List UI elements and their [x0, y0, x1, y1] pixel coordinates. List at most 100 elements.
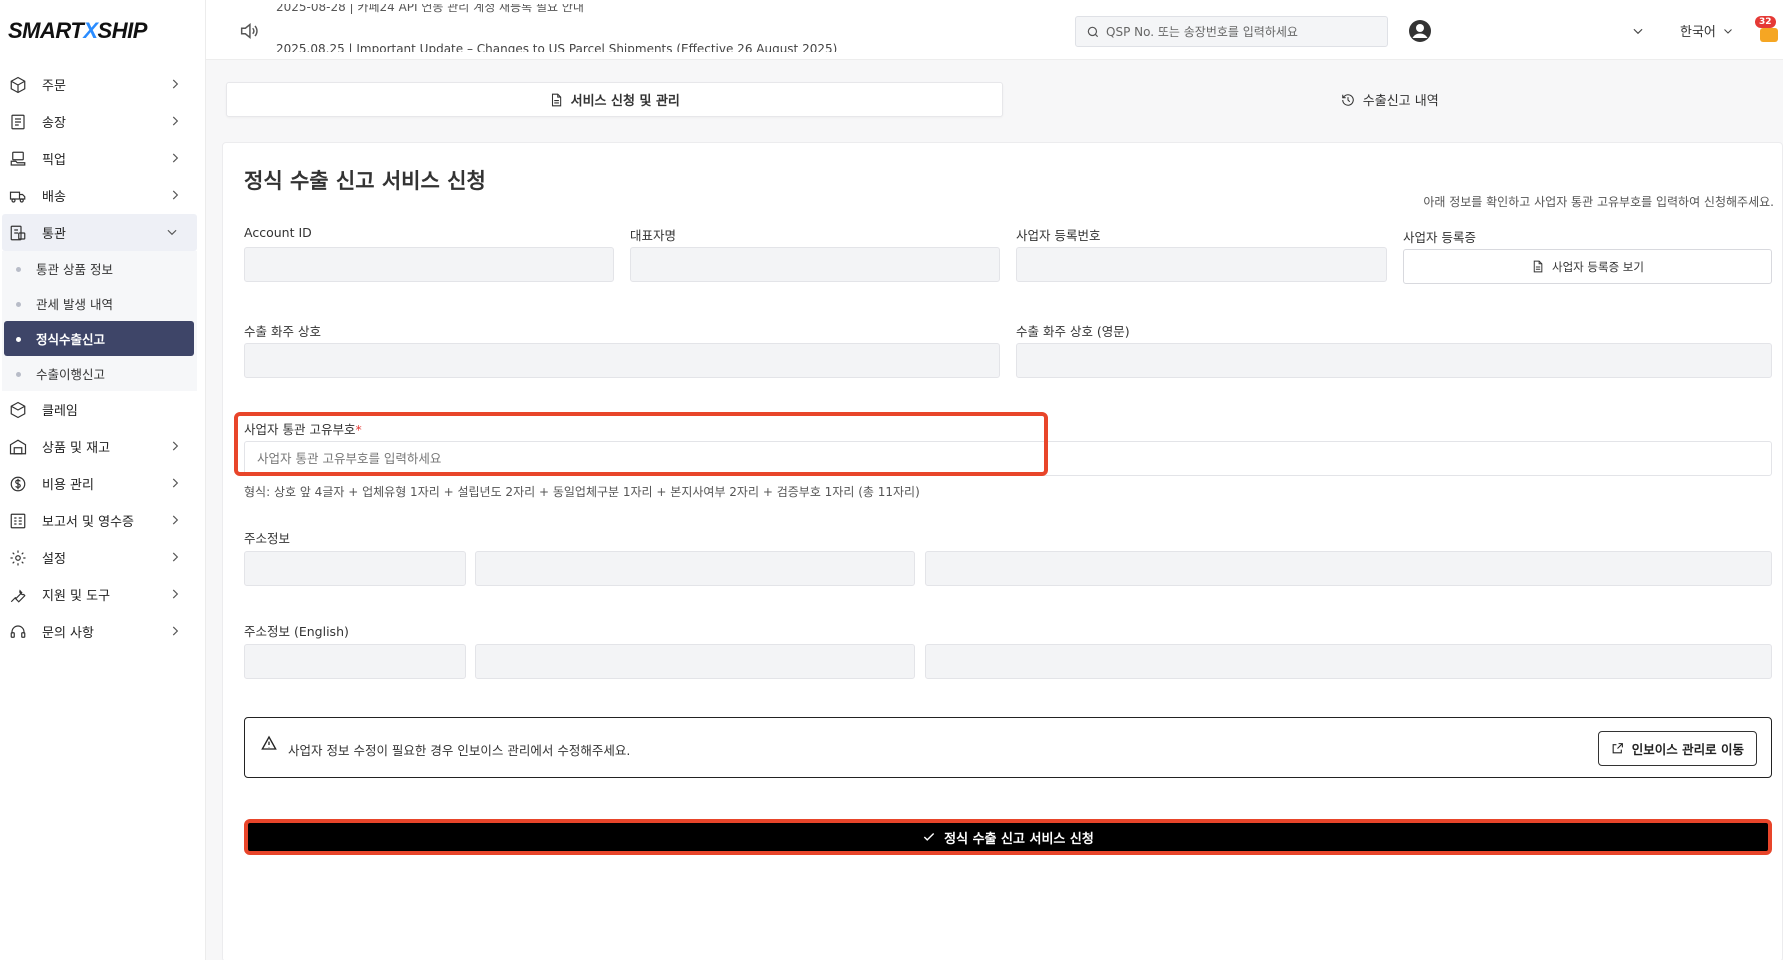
topbar: 2025-08-28 | 카페24 API 연동 관리 계정 재등록 필요 안내… [206, 0, 1783, 60]
sidebar-item-orders[interactable]: 주문 [0, 66, 200, 103]
chevron-right-icon [172, 190, 179, 200]
external-link-icon [1612, 743, 1623, 754]
address-zip-field [244, 551, 466, 586]
customs-icon [8, 223, 28, 243]
sidebar-item-reports[interactable]: 보고서 및 영수증 [0, 502, 200, 539]
sidebar-item-customs[interactable]: 통관 [2, 214, 197, 251]
sidebar-nav: 주문 송장 픽업 배송 통관 통관 상품 정보 관세 발생 내역 정식수출신고 … [0, 66, 200, 650]
sidebar-item-inventory[interactable]: 상품 및 재고 [0, 428, 200, 465]
biz-cert-label: 사업자 등록증 [1403, 230, 1476, 245]
address-line1-input [476, 552, 914, 585]
customs-code-hint: 형식: 상호 앞 4글자 + 업체유형 1자리 + 설립년도 2자리 + 동일업… [244, 485, 920, 499]
tab-service-application[interactable]: 서비스 신청 및 관리 [226, 82, 1003, 117]
required-marker: * [355, 422, 362, 437]
sidebar-item-label: 배송 [42, 190, 66, 205]
sidebar-item-label: 통관 [42, 227, 66, 242]
user-avatar-icon[interactable] [1408, 19, 1432, 43]
shipper-name-en-label: 수출 화주 상호 (영문) [1016, 324, 1130, 339]
sidebar-item-label: 설정 [42, 552, 66, 567]
notice-ticker-item[interactable]: 2025-08-28 | 카페24 API 연동 관리 계정 재등록 필요 안내 [276, 4, 584, 16]
warning-icon [261, 735, 277, 750]
notification-button[interactable]: 32 [1750, 16, 1778, 44]
address-en-line2-input [926, 645, 1771, 678]
sidebar: SMARTXSHIP 주문 송장 픽업 배송 통관 통관 상품 정보 관세 발생… [0, 0, 206, 960]
chevron-down-icon [1724, 28, 1732, 34]
ceo-name-field [630, 247, 1000, 282]
sidebar-item-label: 문의 사항 [42, 626, 94, 641]
document-icon [1533, 260, 1543, 273]
alert-text: 사업자 정보 수정이 필요한 경우 인보이스 관리에서 수정해주세요. [288, 743, 631, 758]
tab-export-history[interactable]: 수출신고 내역 [1003, 82, 1778, 117]
sidebar-item-settings[interactable]: 설정 [0, 539, 200, 576]
sidebar-subitem-label: 수출이행신고 [36, 367, 106, 382]
sidebar-subitem-label: 관세 발생 내역 [36, 297, 113, 312]
address-line2-input [926, 552, 1771, 585]
application-form-card: 정식 수출 신고 서비스 신청 아래 정보를 확인하고 사업자 통관 고유부호를… [222, 142, 1783, 960]
address-zip-input [245, 552, 465, 585]
truck-icon [8, 186, 28, 206]
main-content: 서비스 신청 및 관리 수출신고 내역 정식 수출 신고 서비스 신청 아래 정… [206, 60, 1783, 960]
go-to-invoice-button[interactable]: 인보이스 관리로 이동 [1597, 731, 1757, 766]
shipper-name-field [244, 343, 1000, 378]
sidebar-item-support-tools[interactable]: 지원 및 도구 [0, 576, 200, 613]
chevron-right-icon [172, 552, 179, 562]
language-select[interactable]: 한국어 [1680, 21, 1734, 40]
sidebar-subitem-customs-products[interactable]: 통관 상품 정보 [2, 251, 197, 286]
claim-icon [8, 400, 28, 420]
search-box[interactable] [1075, 16, 1388, 47]
sidebar-item-pickup[interactable]: 픽업 [0, 140, 200, 177]
biz-reg-no-label: 사업자 등록번호 [1016, 228, 1101, 243]
page-subtitle: 아래 정보를 확인하고 사업자 통관 고유부호를 입력하여 신청해주세요. [1423, 195, 1774, 209]
dollar-icon [8, 474, 28, 494]
account-id-field [244, 247, 614, 282]
search-input[interactable] [1106, 24, 1376, 39]
box-icon [8, 75, 28, 95]
sidebar-item-label: 보고서 및 영수증 [42, 515, 134, 530]
go-to-invoice-label: 인보이스 관리로 이동 [1631, 742, 1744, 757]
view-biz-cert-button[interactable]: 사업자 등록증 보기 [1403, 249, 1772, 284]
chevron-right-icon [172, 478, 179, 488]
customs-code-field[interactable] [244, 441, 1772, 476]
chevron-down-icon[interactable] [1631, 24, 1645, 38]
logo[interactable]: SMARTXSHIP [8, 18, 147, 44]
sidebar-item-billing[interactable]: 비용 관리 [0, 465, 200, 502]
sidebar-item-claim[interactable]: 클레임 [0, 391, 200, 428]
chevron-right-icon [172, 153, 179, 163]
report-icon [8, 511, 28, 531]
sidebar-item-label: 송장 [42, 116, 66, 131]
shipper-name-en-input [1017, 344, 1771, 377]
tab-label: 서비스 신청 및 관리 [570, 94, 680, 109]
customs-code-input[interactable] [245, 442, 1771, 475]
sidebar-subitem-formal-export[interactable]: 정식수출신고 [4, 321, 194, 356]
info-alert: 사업자 정보 수정이 필요한 경우 인보이스 관리에서 수정해주세요. 인보이스… [244, 717, 1772, 778]
biz-reg-no-input [1017, 248, 1386, 281]
address-en-line1-input [476, 645, 914, 678]
notice-ticker-item[interactable]: 2025.08.25 | Important Update – Changes … [276, 40, 837, 52]
address-en-zip-field [244, 644, 466, 679]
chevron-down-icon [167, 229, 177, 236]
tab-bar: 서비스 신청 및 관리 수출신고 내역 [226, 82, 1777, 117]
bullet-icon [16, 372, 21, 377]
sidebar-item-waybill[interactable]: 송장 [0, 103, 200, 140]
notification-badge: 32 [1755, 16, 1776, 28]
chevron-right-icon [172, 589, 179, 599]
address-label: 주소정보 [244, 531, 291, 546]
sidebar-subitem-label: 정식수출신고 [36, 332, 106, 347]
ceo-name-label: 대표자명 [630, 228, 677, 243]
sidebar-subitem-duty-history[interactable]: 관세 발생 내역 [2, 286, 197, 321]
chevron-right-icon [172, 515, 179, 525]
submit-application-button[interactable]: 정식 수출 신고 서비스 신청 [244, 819, 1772, 855]
sidebar-item-label: 비용 관리 [42, 478, 94, 493]
speaker-icon [240, 23, 258, 39]
address-en-zip-input [245, 645, 465, 678]
wrench-icon [8, 585, 28, 605]
bullet-icon [16, 267, 21, 272]
pickup-icon [8, 149, 28, 169]
chevron-right-icon [172, 626, 179, 636]
sidebar-subitem-export-fulfillment[interactable]: 수출이행신고 [2, 356, 197, 391]
address-en-line1-field [475, 644, 915, 679]
sidebar-item-delivery[interactable]: 배송 [0, 177, 200, 214]
shipper-name-input [245, 344, 999, 377]
sidebar-item-inquiry[interactable]: 문의 사항 [0, 613, 200, 650]
headset-icon [8, 622, 28, 642]
